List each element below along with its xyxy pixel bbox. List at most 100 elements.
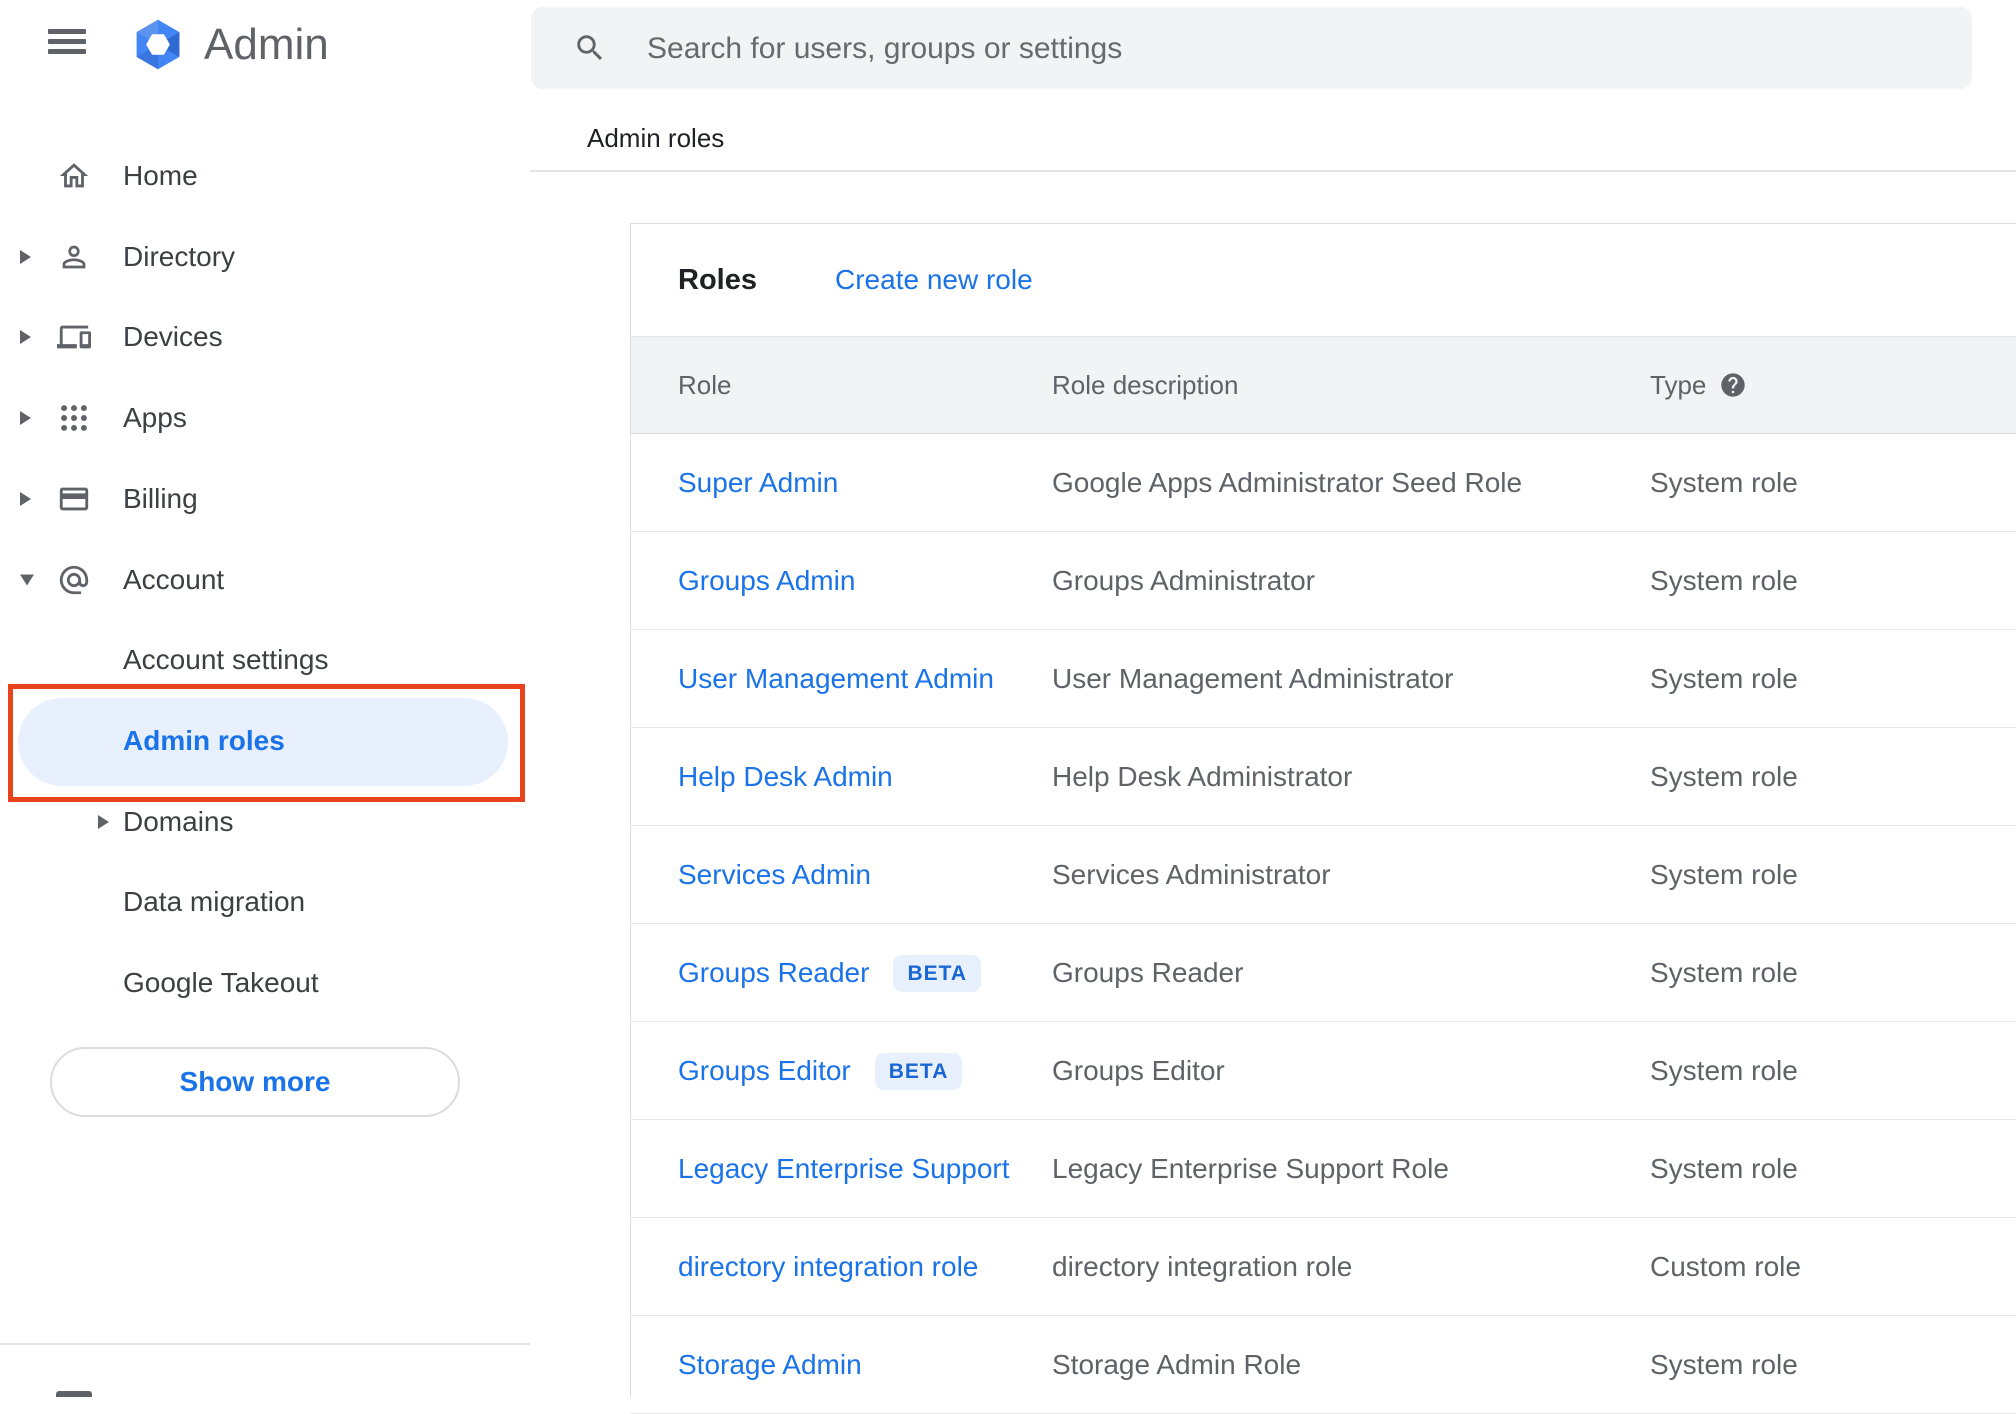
sidebar-item-label: Data migration [123, 886, 306, 917]
sidebar-bottom-divider [0, 1343, 530, 1345]
beta-badge: BETA [874, 1052, 963, 1090]
sidebar-item-label: Domains [123, 806, 234, 837]
partial-sidebar-icon [56, 1391, 92, 1397]
role-type: System role [1650, 957, 1798, 988]
table-row: Legacy Enterprise Support Legacy Enterpri… [631, 1120, 2016, 1218]
role-type: Custom role [1650, 1251, 1801, 1282]
create-new-role-link[interactable]: Create new role [835, 224, 1033, 336]
search-input[interactable] [645, 7, 1949, 91]
sidebar-item-label: Google Takeout [123, 967, 319, 998]
column-header-type: Type [1650, 370, 1707, 400]
role-description: Storage Admin Role [1052, 1349, 1302, 1380]
table-row: User Management Admin User Management Adm… [631, 630, 2016, 728]
sidebar-item-devices[interactable]: Devices [0, 297, 530, 377]
role-link[interactable]: directory integration role [678, 1251, 978, 1283]
role-type: System role [1650, 859, 1798, 890]
help-icon[interactable] [1719, 371, 1747, 399]
role-cell: directory integration role [678, 1218, 978, 1316]
role-type: System role [1650, 1349, 1798, 1380]
sidebar-item-google-takeout[interactable]: Google Takeout [0, 943, 530, 1023]
sidebar-item-data-migration[interactable]: Data migration [0, 862, 530, 942]
column-header-description: Role description [1052, 370, 1239, 400]
beta-badge: BETA [893, 954, 982, 992]
role-link[interactable]: Groups Reader [678, 957, 869, 989]
sidebar-item-account-settings[interactable]: Account settings [0, 620, 530, 700]
role-description: Services Administrator [1052, 859, 1331, 890]
role-cell: Legacy Enterprise Support [678, 1120, 1010, 1218]
chevron-right-icon[interactable] [20, 411, 31, 425]
role-link[interactable]: Super Admin [678, 467, 838, 499]
header-divider [530, 170, 2016, 172]
app-title: Admin [204, 20, 329, 69]
role-link[interactable]: User Management Admin [678, 663, 994, 695]
role-description: Groups Reader [1052, 957, 1244, 988]
sidebar-item-admin-roles[interactable]: Admin roles [0, 701, 530, 781]
sidebar-item-label: Billing [123, 483, 198, 514]
table-row: Help Desk Admin Help Desk Administrator Sy… [631, 728, 2016, 826]
role-cell: Services Admin [678, 826, 871, 924]
chevron-down-icon[interactable] [20, 574, 34, 586]
role-type: System role [1650, 467, 1798, 498]
role-type: System role [1650, 663, 1798, 694]
role-description: Help Desk Administrator [1052, 761, 1353, 792]
role-cell: Groups Admin [678, 532, 855, 630]
sidebar-item-label: Account [123, 564, 225, 595]
sidebar-item-home[interactable]: Home [0, 136, 530, 216]
devices-icon [57, 320, 91, 354]
sidebar-item-label: Account settings [123, 644, 329, 675]
admin-logo[interactable]: Admin [128, 16, 329, 73]
role-cell: Storage Admin [678, 1316, 862, 1414]
admin-hexagon-icon [136, 19, 180, 70]
search-icon [573, 31, 607, 65]
sidebar-item-label: Directory [123, 241, 236, 272]
role-type: System role [1650, 565, 1798, 596]
search-bar[interactable] [531, 7, 1972, 91]
role-type: System role [1650, 761, 1798, 792]
role-cell: Groups Editor BETA [678, 1022, 963, 1120]
sidebar-nav: Home Directory Devices Apps Billing Account Ac… [0, 96, 530, 1396]
table-row: directory integration role directory inte… [631, 1218, 2016, 1316]
card-title: Roles [678, 264, 757, 296]
at-sign-icon [57, 563, 91, 597]
role-description: Legacy Enterprise Support Role [1052, 1153, 1449, 1184]
breadcrumb: Admin roles [587, 123, 725, 153]
role-cell: User Management Admin [678, 630, 994, 728]
table-row: Storage Admin Storage Admin Role System ro… [631, 1316, 2016, 1414]
role-description: directory integration role [1052, 1251, 1353, 1282]
chevron-right-icon[interactable] [98, 815, 109, 829]
sidebar-item-account[interactable]: Account [0, 540, 530, 620]
role-description: Google Apps Administrator Seed Role [1052, 467, 1523, 498]
role-type: System role [1650, 1153, 1798, 1184]
role-type: System role [1650, 1055, 1798, 1086]
table-header-row: Role Role description Type [631, 336, 2016, 434]
role-link[interactable]: Groups Admin [678, 565, 855, 597]
sidebar-item-apps[interactable]: Apps [0, 378, 530, 458]
role-link[interactable]: Storage Admin [678, 1349, 862, 1381]
column-header-role: Role [678, 370, 732, 400]
credit-card-icon [57, 482, 91, 516]
role-link[interactable]: Legacy Enterprise Support [678, 1153, 1010, 1185]
chevron-right-icon[interactable] [20, 492, 31, 506]
role-link[interactable]: Help Desk Admin [678, 761, 893, 793]
apps-icon [57, 401, 91, 435]
sidebar-item-label: Admin roles [123, 725, 285, 756]
roles-card: Roles Create new role Role Role descript… [630, 223, 2016, 1414]
sidebar-item-domains[interactable]: Domains [0, 782, 530, 862]
role-link[interactable]: Groups Editor [678, 1055, 851, 1087]
chevron-right-icon[interactable] [20, 250, 31, 264]
role-description: Groups Administrator [1052, 565, 1315, 596]
chevron-right-icon[interactable] [20, 330, 31, 344]
person-icon [57, 240, 91, 274]
role-link[interactable]: Services Admin [678, 859, 871, 891]
role-description: Groups Editor [1052, 1055, 1225, 1086]
sidebar-item-directory[interactable]: Directory [0, 217, 530, 297]
home-icon [57, 159, 91, 193]
sidebar-item-billing[interactable]: Billing [0, 459, 530, 539]
table-row: Services Admin Services Administrator Syst… [631, 826, 2016, 924]
menu-icon[interactable] [48, 29, 86, 54]
show-more-button[interactable]: Show more [50, 1047, 460, 1117]
role-description: User Management Administrator [1052, 663, 1454, 694]
table-row: Super Admin Google Apps Administrator See… [631, 434, 2016, 532]
role-cell: Help Desk Admin [678, 728, 893, 826]
sidebar-item-label: Devices [123, 321, 223, 352]
